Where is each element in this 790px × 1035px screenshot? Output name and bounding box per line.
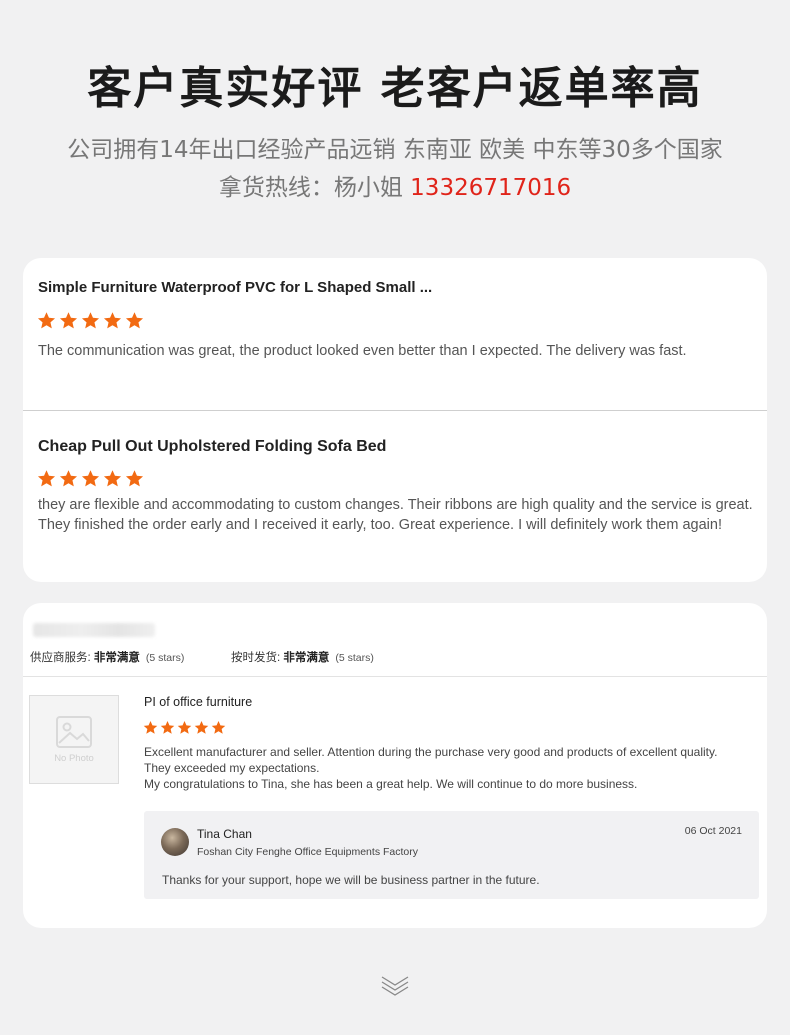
review-text: they are flexible and accommodating to c… <box>38 497 753 533</box>
review-item: Simple Furniture Waterproof PVC for L Sh… <box>23 258 767 410</box>
hotline-phone[interactable]: 13326717016 <box>410 175 571 201</box>
star-icon <box>103 470 122 487</box>
no-photo-label: No Photo <box>54 753 94 764</box>
star-icon <box>103 312 122 329</box>
review-text: The communication was great, the product… <box>38 343 687 359</box>
divider <box>23 676 767 677</box>
image-placeholder-icon <box>56 716 92 748</box>
on-time-shipping-rating: 按时发货: 非常满意 (5 stars) <box>231 649 374 665</box>
star-icon <box>81 312 100 329</box>
star-icon <box>81 470 100 487</box>
star-rating <box>37 469 144 488</box>
review-card-1: Simple Furniture Waterproof PVC for L Sh… <box>23 258 767 582</box>
page-headline: 客户真实好评 老客户返单率高 <box>87 63 703 114</box>
reply-author-name: Tina Chan <box>197 827 252 841</box>
star-rating <box>37 311 144 330</box>
star-icon <box>37 470 56 487</box>
rating-note: (5 stars) <box>145 652 185 664</box>
star-icon <box>125 312 144 329</box>
rating-value: 非常满意 <box>283 652 330 664</box>
product-thumbnail[interactable]: No Photo <box>29 695 119 784</box>
supplier-reply: Tina Chan Foshan City Fenghe Office Equi… <box>144 811 759 899</box>
hotline-info: 拿货热线：杨小姐 13326717016 <box>0 168 790 202</box>
review-text-line: My congratulations to Tina, she has been… <box>144 777 638 791</box>
hotline-label: 拿货热线：杨小姐 <box>218 175 411 201</box>
review-item: Cheap Pull Out Upholstered Folding Sofa … <box>23 411 767 582</box>
review-product-title[interactable]: Simple Furniture Waterproof PVC for L Sh… <box>38 279 432 296</box>
star-rating <box>143 720 226 735</box>
rating-value: 非常满意 <box>93 652 140 664</box>
rating-label: 供应商服务: <box>30 652 94 664</box>
star-icon <box>160 720 175 734</box>
star-icon <box>211 720 226 734</box>
avatar <box>161 828 189 856</box>
blurred-reviewer-name <box>33 623 155 637</box>
star-icon <box>177 720 192 734</box>
star-icon <box>59 312 78 329</box>
review-text-line: Excellent manufacturer and seller. Atten… <box>144 745 718 775</box>
review-text: Excellent manufacturer and seller. Atten… <box>144 744 724 792</box>
reply-company: Foshan City Fenghe Office Equipments Fac… <box>197 846 418 858</box>
review-card-2: 供应商服务: 非常满意 (5 stars) 按时发货: 非常满意 (5 stars)… <box>23 603 767 928</box>
star-icon <box>194 720 209 734</box>
supplier-service-rating: 供应商服务: 非常满意 (5 stars) <box>30 649 184 665</box>
star-icon <box>125 470 144 487</box>
rating-note: (5 stars) <box>335 652 374 664</box>
star-icon <box>59 470 78 487</box>
star-icon <box>143 720 158 734</box>
export-info: 公司拥有14年出口经验产品远销 东南亚 欧美 中东等30多个国家 <box>67 137 723 163</box>
reply-date: 06 Oct 2021 <box>684 825 742 837</box>
review-product-title[interactable]: PI of office furniture <box>144 695 252 709</box>
review-product-title[interactable]: Cheap Pull Out Upholstered Folding Sofa … <box>38 438 386 456</box>
scroll-down-chevrons-icon[interactable] <box>380 972 410 998</box>
page: 客户真实好评 老客户返单率高 公司拥有14年出口经验产品远销 东南亚 欧美 中东… <box>0 0 790 1035</box>
star-icon <box>37 312 56 329</box>
rating-label: 按时发货: <box>231 652 284 664</box>
reply-text: Thanks for your support, hope we will be… <box>162 873 540 887</box>
